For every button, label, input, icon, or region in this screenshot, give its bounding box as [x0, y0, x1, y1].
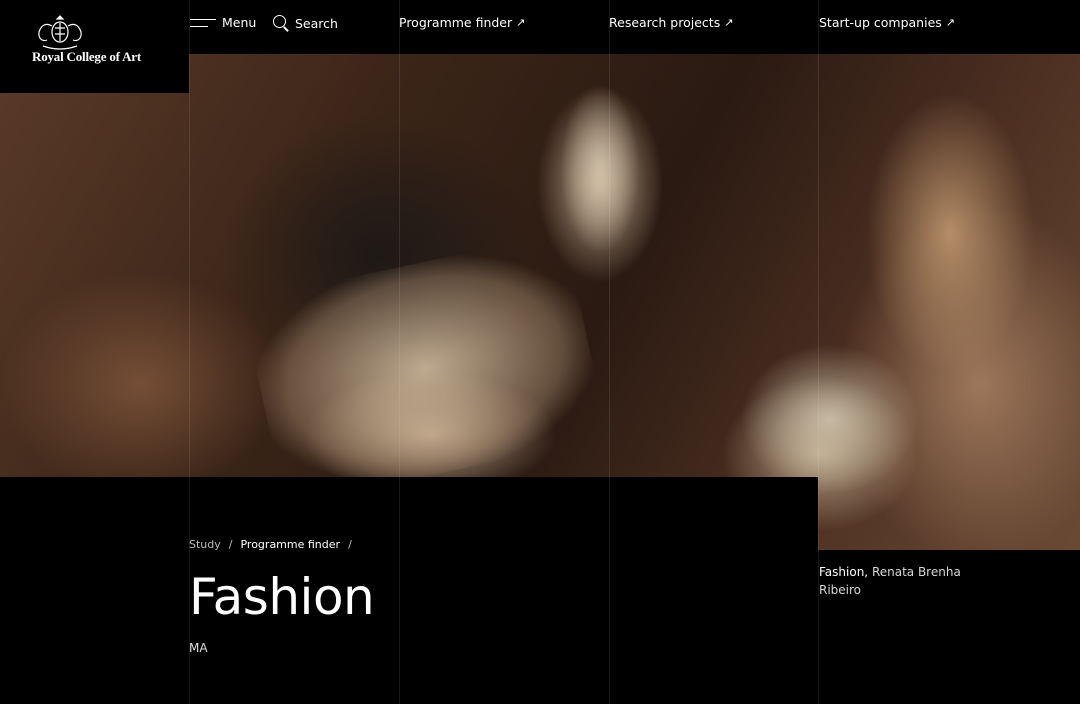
page-title: Fashion: [189, 568, 375, 626]
hamburger-icon: [190, 17, 216, 29]
breadcrumb-separator: /: [228, 538, 233, 551]
menu-button[interactable]: Menu: [190, 15, 256, 30]
menu-label: Menu: [222, 15, 257, 30]
breadcrumb-separator: /: [348, 538, 352, 551]
hero-highlight: [241, 231, 609, 507]
top-navigation: Menu Search Programme finder ↗ Research …: [189, 0, 1080, 54]
nav-link-label: Research projects: [609, 15, 721, 30]
caption-title: Fashion,: [819, 565, 869, 579]
search-icon: [273, 15, 289, 31]
site-logo[interactable]: Royal College of Art: [0, 0, 189, 93]
nav-link-research-projects[interactable]: Research projects ↗: [609, 15, 733, 30]
crest-icon: [38, 15, 82, 50]
nav-link-programme-finder[interactable]: Programme finder ↗: [399, 15, 525, 30]
breadcrumb-item-study[interactable]: Study: [189, 538, 221, 551]
external-arrow-icon: ↗: [945, 16, 955, 29]
hero-highlight: [560, 84, 640, 254]
nav-link-label: Start-up companies: [819, 15, 942, 30]
image-caption: Fashion, Renata Brenha Ribeiro: [819, 563, 969, 599]
nav-link-start-up-companies[interactable]: Start-up companies ↗: [819, 15, 955, 30]
breadcrumb-item-programme-finder[interactable]: Programme finder: [240, 538, 340, 551]
external-arrow-icon: ↗: [516, 16, 526, 29]
breadcrumb: Study / Programme finder /: [189, 538, 352, 551]
hero-image: [0, 54, 1080, 550]
search-label: Search: [295, 15, 338, 31]
degree-label: MA: [189, 641, 208, 655]
nav-link-label: Programme finder: [399, 15, 513, 30]
external-arrow-icon: ↗: [724, 16, 734, 29]
logo-text: Royal College of Art: [32, 49, 142, 64]
search-button[interactable]: Search: [273, 15, 338, 31]
content-panel: [0, 477, 818, 704]
hero-highlight: [740, 344, 920, 494]
